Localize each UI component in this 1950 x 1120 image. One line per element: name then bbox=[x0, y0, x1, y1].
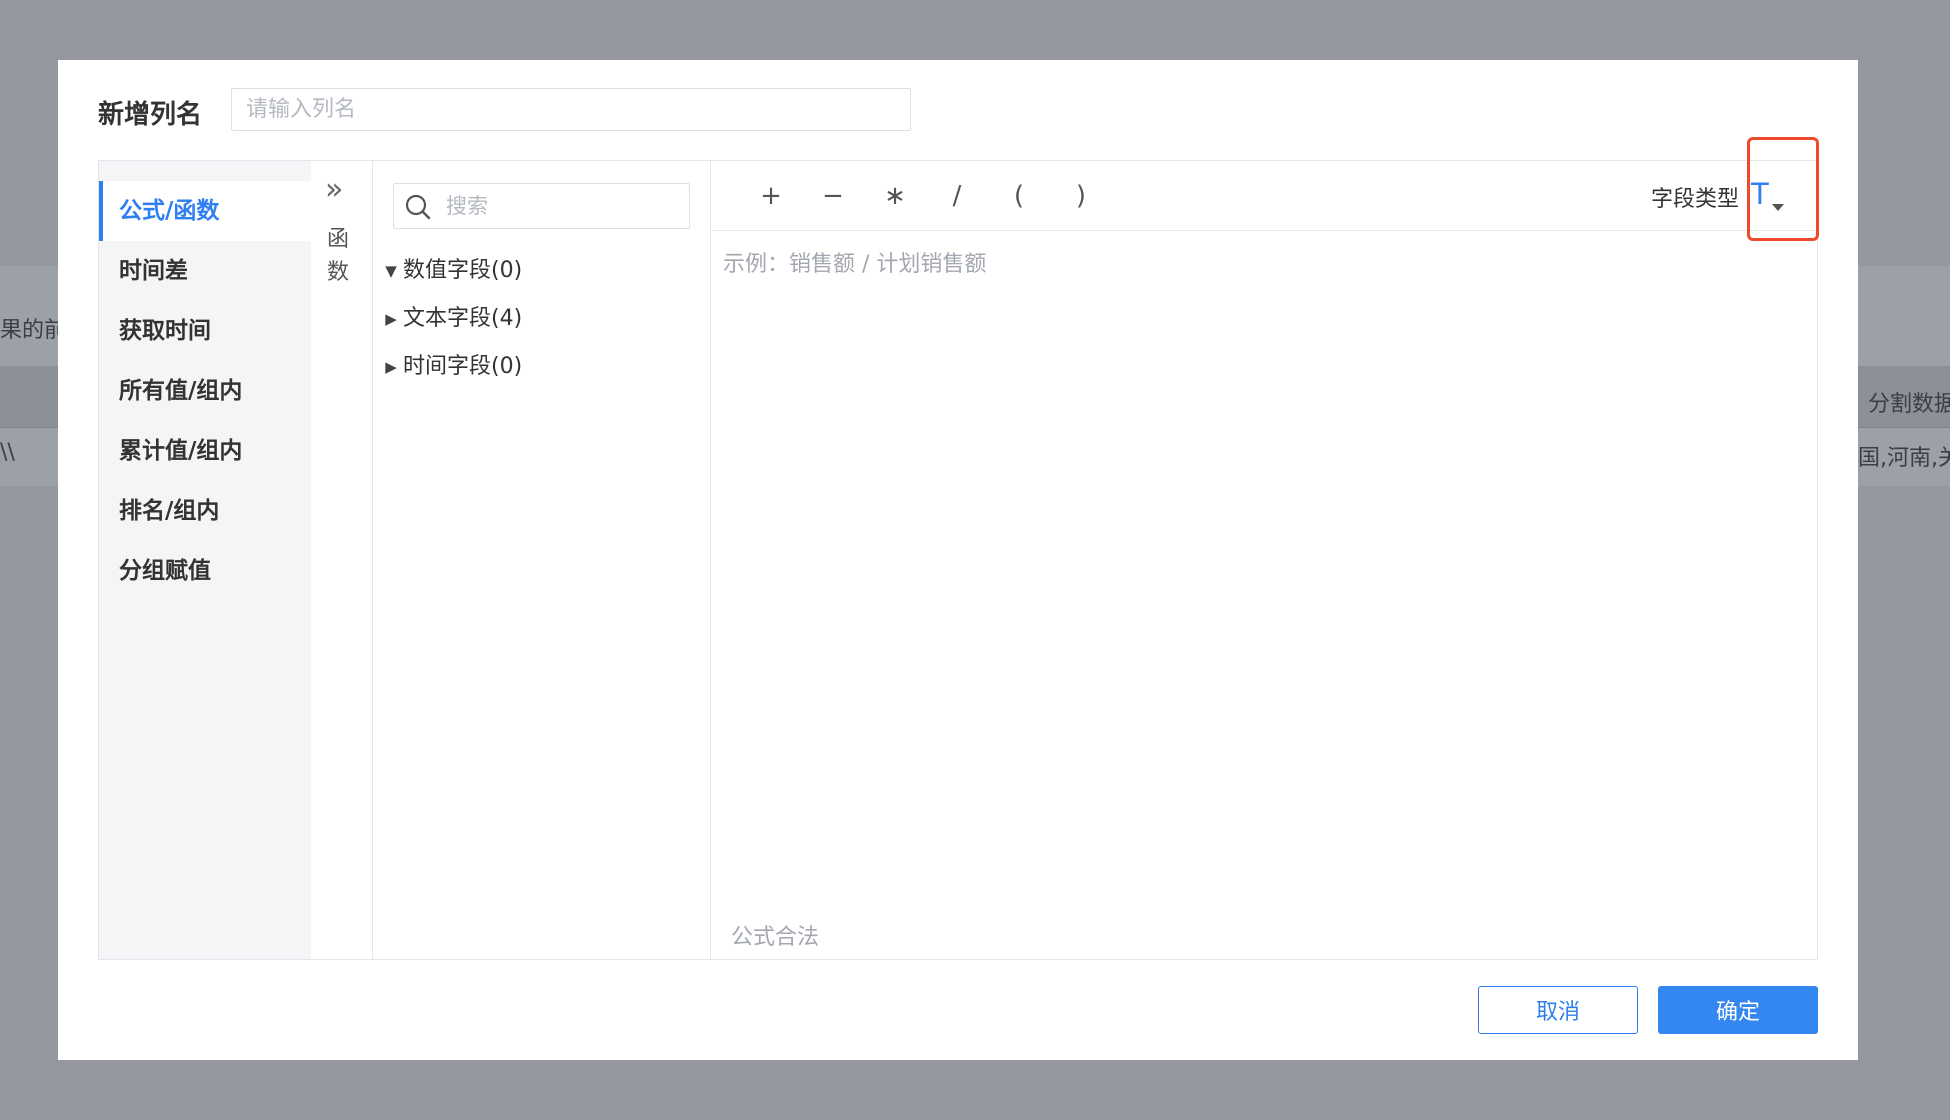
category-list: 公式/函数 时间差 获取时间 所有值/组内 累计值/组内 排名/组内 分组赋值 bbox=[99, 161, 311, 959]
tree-node-text-fields[interactable]: ▶ 文本字段(4) bbox=[379, 295, 522, 343]
operator-multiply-button[interactable]: ∗ bbox=[875, 179, 915, 213]
background-text-right-top: 分割数据 bbox=[1868, 392, 1950, 417]
caret-down-icon[interactable]: ▼ bbox=[379, 247, 403, 295]
text-type-icon[interactable]: T bbox=[1751, 177, 1769, 211]
confirm-button[interactable]: 确定 bbox=[1658, 986, 1818, 1034]
background-text-left-top: 果的前 bbox=[0, 318, 67, 343]
operator-toolbar: + − ∗ / ( ) 字段类型 T bbox=[711, 137, 1819, 241]
category-formula-function[interactable]: 公式/函数 bbox=[99, 181, 311, 241]
search-icon bbox=[405, 194, 431, 220]
background-text-right-row: 国,河南,关 bbox=[1858, 446, 1950, 471]
add-column-dialog: 新增列名 公式/函数 时间差 获取时间 所有值/组内 累计值/组内 排名/组内 … bbox=[58, 60, 1858, 1060]
formula-editor: 公式/函数 时间差 获取时间 所有值/组内 累计值/组内 排名/组内 分组赋值 … bbox=[98, 137, 1819, 960]
operator-right-paren-button[interactable]: ) bbox=[1061, 179, 1101, 213]
operator-plus-button[interactable]: + bbox=[751, 179, 791, 213]
double-chevron-right-icon[interactable]: » bbox=[325, 175, 343, 205]
cancel-button[interactable]: 取消 bbox=[1478, 986, 1638, 1034]
category-get-time[interactable]: 获取时间 bbox=[99, 301, 311, 361]
tree-node-label: 文本字段(4) bbox=[403, 306, 523, 331]
category-group-assign[interactable]: 分组赋值 bbox=[99, 541, 311, 601]
background-text-left-row: \\ bbox=[0, 440, 15, 465]
formula-input[interactable] bbox=[711, 232, 1817, 872]
function-panel-toggle[interactable]: » 函数 bbox=[311, 161, 373, 959]
tree-node-label: 数值字段(0) bbox=[403, 258, 523, 283]
field-type-select[interactable]: T bbox=[1741, 171, 1791, 221]
function-panel-label: 函数 bbox=[326, 227, 349, 285]
category-rank-group[interactable]: 排名/组内 bbox=[99, 481, 311, 541]
field-panel: ▼ 数值字段(0) ▶ 文本字段(4) ▶ 时间字段(0) bbox=[373, 161, 711, 959]
field-type-label: 字段类型 bbox=[1650, 187, 1739, 212]
tree-node-numeric-fields[interactable]: ▼ 数值字段(0) bbox=[379, 247, 522, 295]
operator-left-paren-button[interactable]: ( bbox=[999, 179, 1039, 213]
operator-divide-button[interactable]: / bbox=[937, 179, 977, 213]
caret-right-icon[interactable]: ▶ bbox=[379, 295, 403, 343]
column-name-input[interactable] bbox=[231, 88, 911, 131]
field-tree: ▼ 数值字段(0) ▶ 文本字段(4) ▶ 时间字段(0) bbox=[379, 247, 522, 391]
category-all-values-group[interactable]: 所有值/组内 bbox=[99, 361, 311, 421]
category-cumulative-group[interactable]: 累计值/组内 bbox=[99, 421, 311, 481]
formula-panel: + − ∗ / ( ) 字段类型 T 公式合法 bbox=[711, 137, 1819, 959]
field-search-input[interactable] bbox=[446, 184, 676, 228]
dialog-title: 新增列名 bbox=[98, 100, 203, 130]
operator-minus-button[interactable]: − bbox=[813, 179, 853, 213]
tree-node-time-fields[interactable]: ▶ 时间字段(0) bbox=[379, 343, 522, 391]
caret-down-icon[interactable] bbox=[1772, 204, 1784, 211]
category-time-diff[interactable]: 时间差 bbox=[99, 241, 311, 301]
formula-status: 公式合法 bbox=[731, 925, 820, 950]
field-search-box[interactable] bbox=[393, 183, 690, 229]
tree-node-label: 时间字段(0) bbox=[403, 354, 523, 379]
caret-right-icon[interactable]: ▶ bbox=[379, 343, 403, 391]
